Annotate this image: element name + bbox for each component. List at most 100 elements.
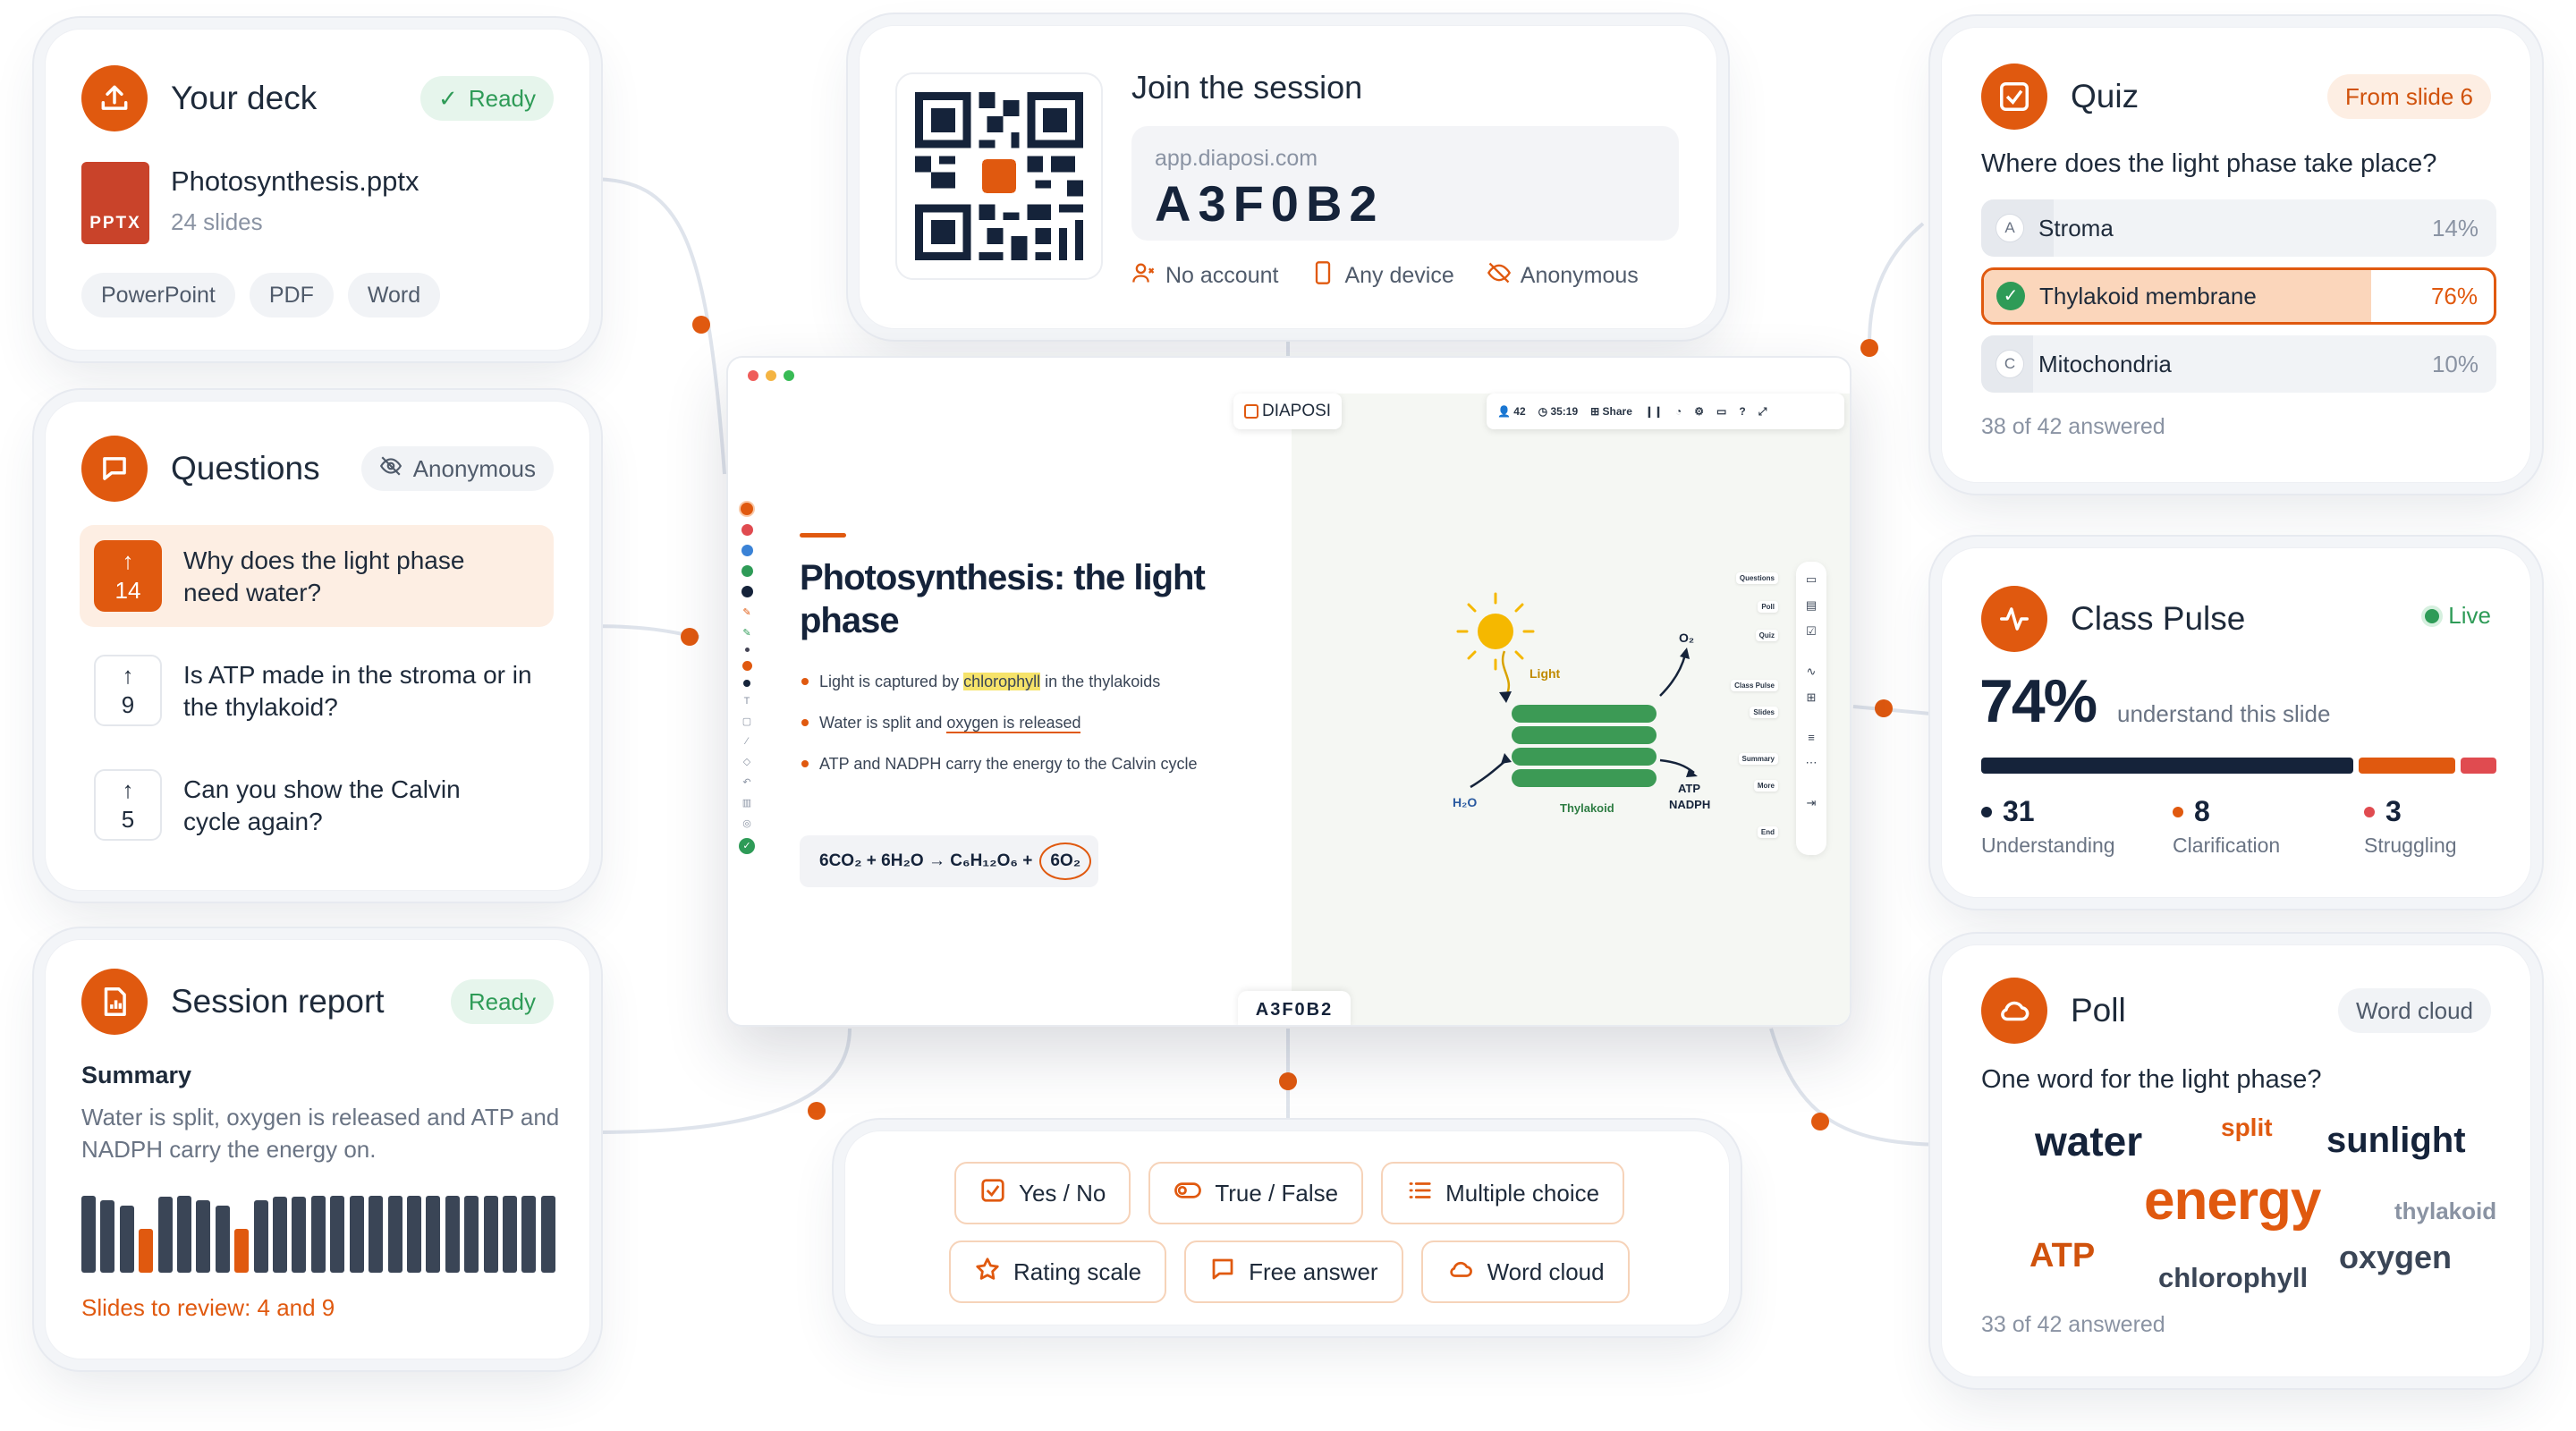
menu-summary[interactable]: Summary (1738, 753, 1778, 765)
more-icon[interactable]: ⋯ (1806, 756, 1818, 770)
highlighter-icon[interactable]: ✎ (742, 627, 750, 639)
help-icon[interactable]: ? (1739, 405, 1745, 418)
slides-icon[interactable]: ⊞ (1807, 690, 1817, 705)
questions-card: Questions Anonymous ↑ 14 Why does the lig… (45, 401, 590, 891)
shapes-icon[interactable]: ▢ (742, 716, 751, 727)
option-letter: C (1996, 350, 2024, 378)
word-cloud: water split sunlight energy thylakoid AT… (1981, 1108, 2496, 1314)
format-pdf[interactable]: PDF (249, 273, 334, 318)
laser-icon[interactable]: ◎ (742, 817, 751, 829)
color-black[interactable] (741, 586, 753, 597)
activity-yes-no[interactable]: Yes / No (954, 1162, 1131, 1224)
share-button[interactable]: ⊞ Share (1590, 405, 1632, 418)
slide-bar (387, 1195, 402, 1273)
slide-bar (273, 1197, 288, 1273)
anonymous-badge: Anonymous (360, 446, 554, 491)
user-x-icon (1131, 260, 1157, 292)
word: ATP (2029, 1237, 2096, 1274)
undo-icon[interactable]: ↶ (742, 776, 750, 788)
list-icon (1406, 1177, 1433, 1210)
chat-icon (1209, 1256, 1236, 1289)
join-code-box[interactable]: app.diaposi.com A3F0B2 (1131, 126, 1679, 241)
done-icon[interactable]: ✓ (739, 838, 755, 854)
qr-code[interactable] (895, 72, 1103, 280)
upvote-button[interactable]: ↑ 14 (94, 540, 162, 612)
stat-value: 3 (2385, 795, 2402, 827)
size-medium[interactable] (741, 661, 752, 671)
activity-multiple-choice[interactable]: Multiple choice (1381, 1162, 1625, 1224)
trash-icon[interactable]: ▥ (742, 797, 751, 809)
text-icon[interactable]: T (744, 696, 750, 707)
color-green[interactable] (741, 565, 753, 577)
arrow-up-icon: ↑ (122, 776, 134, 803)
questions-title: Questions (171, 450, 320, 487)
activity-word-cloud[interactable]: Word cloud (1420, 1240, 1630, 1303)
menu-more[interactable]: More (1753, 780, 1778, 792)
settings-icon[interactable]: ⚙ (1694, 405, 1704, 418)
menu-poll[interactable]: Poll (1758, 601, 1778, 613)
upvote-button[interactable]: ↑ 9 (94, 655, 162, 726)
slide-bar (464, 1195, 479, 1273)
pulse-stat: 31 Understanding (1981, 795, 2115, 858)
pause-icon[interactable]: ❙❙ (1645, 405, 1663, 418)
bullet-item: Water is split and oxygen is released (800, 710, 1220, 735)
slide-bar (215, 1205, 230, 1273)
color-orange[interactable] (741, 503, 753, 515)
participants-count: 👤 42 (1497, 405, 1526, 418)
live-badge: Live (2425, 602, 2491, 630)
status-badge: ✓ Ready (420, 76, 554, 121)
menu-class-pulse[interactable]: Class Pulse (1731, 680, 1778, 691)
maximize-dot[interactable] (784, 370, 794, 381)
color-blue[interactable] (741, 545, 753, 556)
timer-icon[interactable]: ◔ (1675, 405, 1682, 418)
quiz-option[interactable]: C Mitochondria 10% (1981, 335, 2496, 393)
menu-slides[interactable]: Slides (1750, 707, 1778, 718)
connector-dot (1811, 1113, 1829, 1130)
slide-bar (253, 1200, 268, 1273)
menu-end[interactable]: End (1757, 826, 1778, 838)
activity-row: Yes / No True / False Multiple choice (954, 1162, 1625, 1224)
pulse-stats: 31 Understanding 8 Clarification 3 Struggling (1981, 795, 2496, 867)
word: oxygen (2339, 1239, 2453, 1275)
close-dot[interactable] (748, 370, 758, 381)
quiz-card: Quiz From slide 6 Where does the light p… (1941, 27, 2531, 483)
pulse-icon[interactable]: ∿ (1807, 665, 1817, 679)
quiz-option-correct[interactable]: ✓ Thylakoid membrane 76% (1981, 267, 2496, 325)
question-item[interactable]: ↑ 9 Is ATP made in the stroma or in the t… (80, 639, 554, 741)
diagram-label-atp: ATP (1678, 782, 1700, 795)
logo-icon (1244, 404, 1258, 419)
quiz-icon[interactable]: ☑ (1806, 624, 1817, 639)
slide-bar (502, 1195, 517, 1273)
summary-icon[interactable]: ≡ (1808, 731, 1815, 744)
size-small[interactable] (744, 648, 750, 652)
pulse-bar (1981, 758, 2496, 774)
pen-icon[interactable]: ✎ (742, 606, 750, 618)
screen-icon[interactable]: ▭ (1716, 405, 1726, 418)
menu-questions[interactable]: Questions (1735, 572, 1778, 584)
eraser-icon[interactable]: ◇ (743, 756, 750, 767)
upvote-button[interactable]: ↑ 5 (94, 769, 162, 841)
end-icon[interactable]: ⇥ (1807, 796, 1817, 810)
toggle-icon (1174, 1177, 1202, 1210)
minimize-dot[interactable] (766, 370, 776, 381)
activity-true-false[interactable]: True / False (1148, 1162, 1364, 1224)
slide-bar (292, 1197, 307, 1273)
activity-free-answer[interactable]: Free answer (1184, 1240, 1403, 1303)
window-controls (748, 370, 794, 381)
format-powerpoint[interactable]: PowerPoint (81, 273, 235, 318)
summary-label: Summary (81, 1062, 192, 1088)
menu-quiz[interactable]: Quiz (1755, 630, 1778, 641)
fullscreen-icon[interactable]: ⤢ (1758, 405, 1767, 419)
format-word[interactable]: Word (347, 273, 441, 318)
poll-icon[interactable]: ▤ (1806, 598, 1817, 613)
activity-rating-scale[interactable]: Rating scale (949, 1240, 1167, 1303)
questions-icon[interactable]: ▭ (1806, 572, 1817, 587)
quiz-option[interactable]: A Stroma 14% (1981, 199, 2496, 257)
presenter-window: DIAPOSI 👤 42 ◷ 35:19 ⊞ Share ❙❙ ◔ ⚙ ▭ ? … (726, 356, 1852, 1027)
question-item[interactable]: ↑ 14 Why does the light phase need water? (80, 525, 554, 627)
question-item[interactable]: ↑ 5 Can you show the Calvin cycle again? (80, 754, 554, 856)
color-red[interactable] (741, 524, 753, 536)
connector-dot (808, 1102, 826, 1120)
size-large[interactable] (743, 680, 750, 687)
line-icon[interactable]: ⁄ (746, 736, 748, 747)
